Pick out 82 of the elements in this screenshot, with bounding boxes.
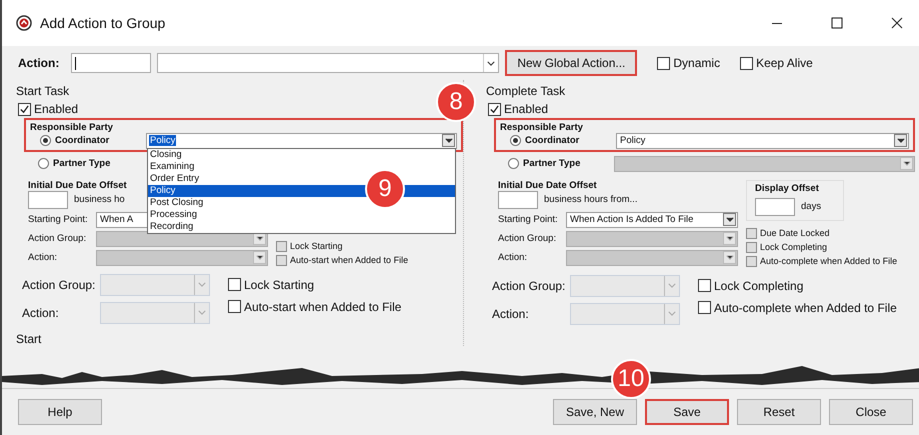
- coordinator-combo[interactable]: Policy: [616, 132, 909, 148]
- checkbox[interactable]: [698, 279, 711, 292]
- close-icon[interactable]: [891, 17, 903, 29]
- checkbox[interactable]: [228, 278, 241, 291]
- checkbox-label: Auto-complete when Added to File: [760, 256, 898, 266]
- due-offset-title: Initial Due Date Offset: [498, 180, 597, 190]
- footer-button[interactable]: Reset: [737, 399, 821, 425]
- checkbox[interactable]: [18, 102, 31, 116]
- footer-button[interactable]: Save: [645, 399, 729, 425]
- field-label: Starting Point:: [498, 214, 559, 225]
- checkbox[interactable]: [746, 228, 757, 238]
- checkbox-label: Lock Starting: [290, 241, 343, 251]
- section-label: Start: [16, 332, 42, 346]
- combo-value: When Action Is Added To File: [569, 214, 694, 225]
- field-label: Action:: [498, 252, 528, 263]
- checkbox[interactable]: [276, 240, 287, 252]
- field-label: Action Group:: [28, 233, 88, 244]
- radio-label: Coordinator: [525, 135, 580, 146]
- due-offset-field[interactable]: [28, 190, 68, 208]
- responsible-party-title: Responsible Party: [500, 122, 583, 132]
- dropdown-option[interactable]: Processing: [148, 208, 455, 220]
- field-label: Action Group:: [491, 278, 566, 292]
- checkbox-label: Auto-start when Added to File: [290, 255, 408, 265]
- field-label: Action:: [28, 252, 58, 263]
- maximize-icon[interactable]: [831, 17, 843, 29]
- display-offset-unit: days: [801, 201, 822, 212]
- checkbox-label: Dynamic: [673, 56, 720, 70]
- group-title: Complete Task: [486, 83, 566, 98]
- checkbox-label: Auto-complete when Added to File: [714, 300, 897, 314]
- radio-label: Coordinator: [55, 135, 110, 146]
- field-label: Action:: [491, 306, 530, 320]
- radio-button[interactable]: [510, 135, 521, 146]
- field-label: Starting Point:: [28, 214, 89, 225]
- due-offset-field[interactable]: [498, 190, 538, 208]
- group-title: Start Task: [16, 83, 70, 98]
- step-callout-badge: 8: [436, 82, 476, 122]
- checkbox[interactable]: [657, 56, 670, 70]
- starting-point-combo[interactable]: When Action Is Added To File: [566, 212, 738, 228]
- window-title: Add Action to Group: [40, 15, 166, 31]
- footer-button[interactable]: Help: [18, 399, 102, 425]
- checkbox-label: Auto-start when Added to File: [244, 300, 402, 314]
- checkbox-label: Enabled: [34, 102, 78, 116]
- step-callout-badge: 9: [365, 168, 405, 208]
- new-global-action-button[interactable]: New Global Action...: [505, 50, 638, 76]
- footer-button[interactable]: Close: [829, 399, 913, 425]
- checkbox-label: Due Date Locked: [760, 228, 830, 238]
- dropdown-option[interactable]: Recording: [148, 220, 455, 232]
- radio-button[interactable]: [40, 135, 51, 146]
- checkbox-label: Lock Starting: [244, 278, 314, 292]
- radio-label: Partner Type: [53, 158, 110, 169]
- checkbox[interactable]: [228, 300, 241, 313]
- radio-label: Partner Type: [523, 158, 580, 169]
- checkbox[interactable]: [746, 242, 757, 252]
- radio-button[interactable]: [38, 158, 49, 169]
- checkbox-label: Lock Completing: [760, 242, 828, 252]
- action-label: Action:: [18, 56, 60, 70]
- checkbox[interactable]: [740, 56, 754, 70]
- checkbox[interactable]: [698, 301, 711, 314]
- checkbox-label: Enabled: [504, 102, 548, 116]
- field-label: Action Group:: [21, 278, 96, 292]
- display-offset-field[interactable]: [755, 198, 795, 216]
- footer-button[interactable]: Save, New: [553, 399, 637, 425]
- action-code-field[interactable]: [71, 53, 152, 73]
- combo-value: Policy: [149, 135, 176, 146]
- due-offset-unit: business ho: [74, 194, 125, 205]
- action-combo-field[interactable]: [157, 53, 500, 73]
- checkbox[interactable]: [488, 102, 501, 116]
- checkbox[interactable]: [746, 256, 757, 266]
- combo-value: When A: [99, 214, 134, 225]
- due-offset-title: Initial Due Date Offset: [28, 180, 127, 190]
- app-logo-icon: [16, 15, 32, 31]
- display-offset-title: Display Offset: [755, 182, 820, 194]
- checkbox-label: Keep Alive: [756, 56, 813, 70]
- field-label: Action:: [21, 306, 60, 320]
- due-offset-unit: business hours from...: [544, 194, 638, 205]
- checkbox-label: Lock Completing: [714, 278, 804, 292]
- step-callout-badge: 10: [611, 359, 651, 399]
- responsible-party-title: Responsible Party: [30, 122, 113, 132]
- dropdown-option[interactable]: Closing: [148, 148, 455, 160]
- checkbox[interactable]: [276, 254, 287, 266]
- combo-value: Policy: [619, 135, 646, 146]
- field-label: Action Group:: [498, 233, 558, 244]
